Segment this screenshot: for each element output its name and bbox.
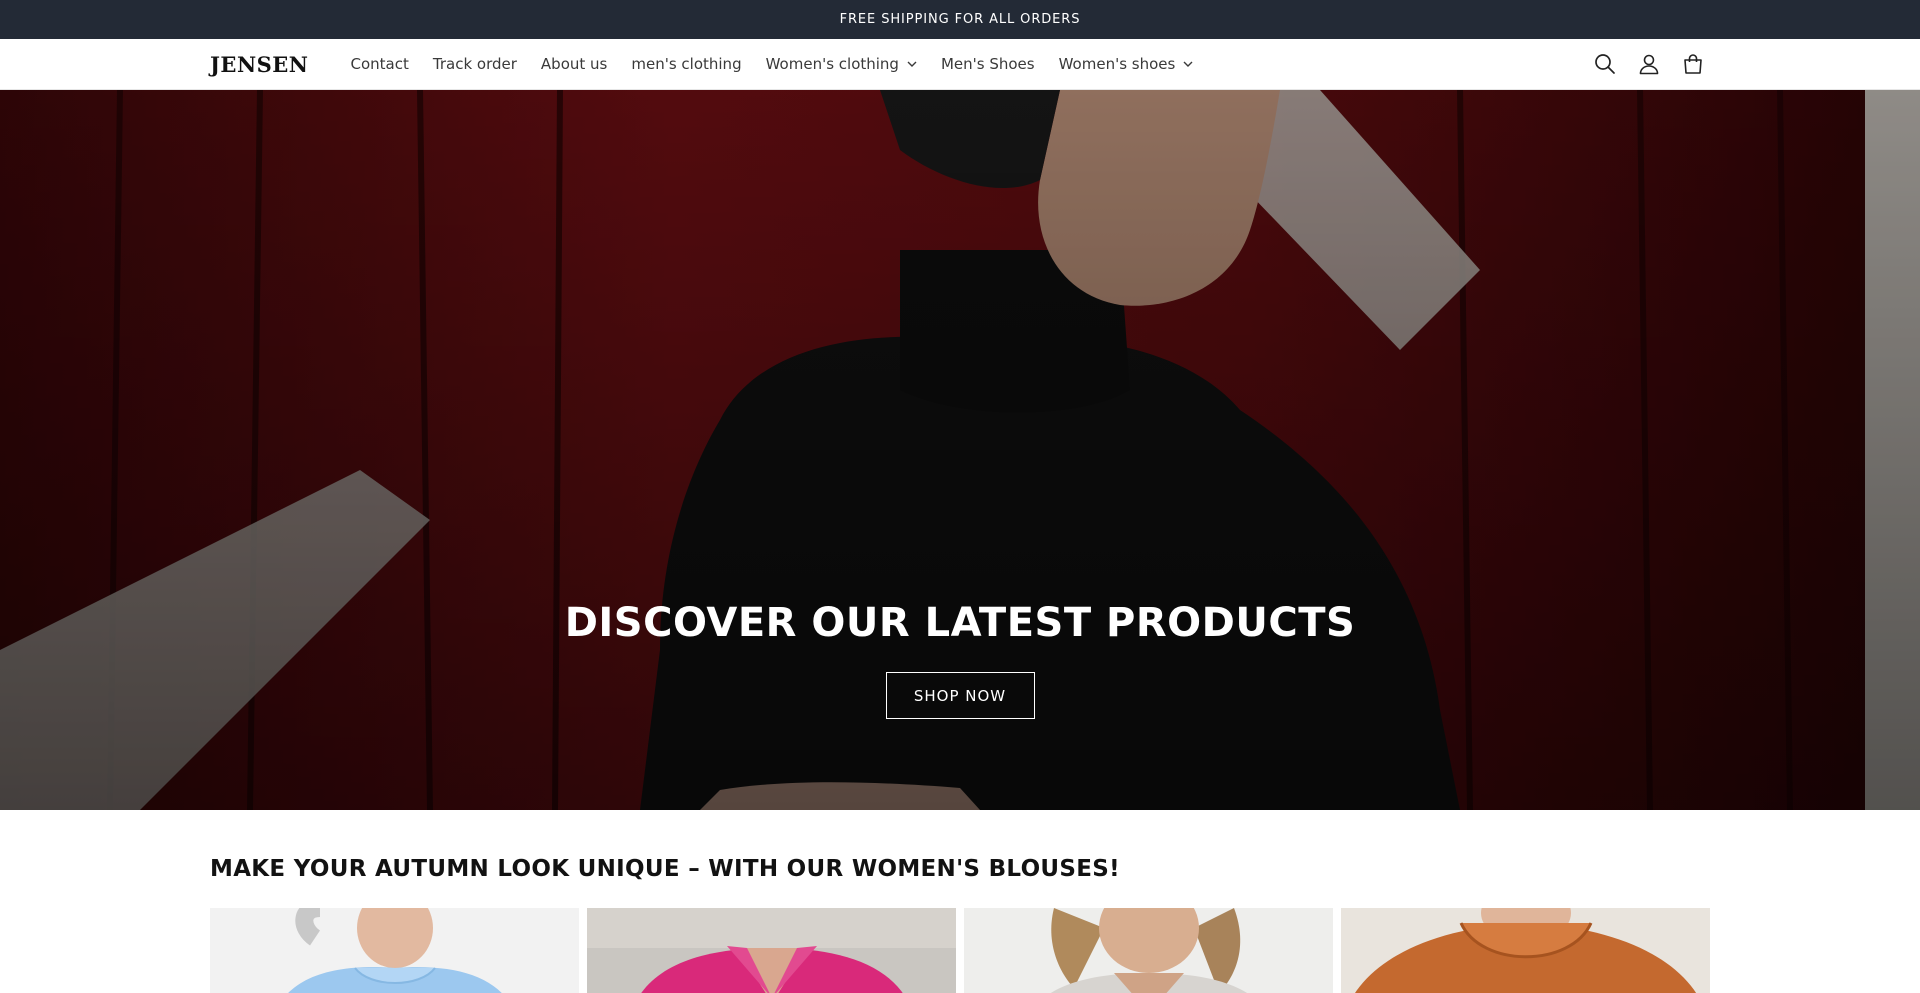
product-grid (210, 908, 1710, 993)
hero-banner: DISCOVER OUR LATEST PRODUCTS SHOP NOW (0, 90, 1920, 810)
nav-mens-clothing[interactable]: men's clothing (619, 39, 753, 89)
chevron-down-icon (1183, 61, 1193, 67)
nav-label: Track order (432, 55, 517, 73)
nav-label: Men's Shoes (940, 55, 1035, 73)
product-card-light-blue-blouse[interactable] (210, 908, 579, 993)
nav-label: About us (540, 55, 608, 73)
cart-icon[interactable] (1680, 51, 1706, 77)
nav-label: Women's clothing (765, 55, 899, 73)
shop-now-button[interactable]: SHOP NOW (885, 672, 1035, 719)
announcement-text: FREE SHIPPING FOR ALL ORDERS (839, 12, 1081, 27)
nav-label: men's clothing (631, 55, 742, 73)
product-card-pink-blouse[interactable] (587, 908, 956, 993)
product-card-rust-blouse[interactable] (1341, 908, 1710, 993)
nav-contact[interactable]: Contact (339, 39, 421, 89)
featured-collection: MAKE YOUR AUTUMN LOOK UNIQUE – WITH OUR … (0, 856, 1920, 993)
announcement-bar: FREE SHIPPING FOR ALL ORDERS (0, 0, 1920, 39)
nav-womens-shoes[interactable]: Women's shoes (1047, 39, 1206, 89)
product-image (587, 908, 956, 993)
collection-title: MAKE YOUR AUTUMN LOOK UNIQUE – WITH OUR … (210, 856, 1120, 882)
nav-about-us[interactable]: About us (529, 39, 619, 89)
product-image (1341, 908, 1710, 993)
nav-mens-shoes[interactable]: Men's Shoes (929, 39, 1047, 89)
product-image (964, 908, 1333, 993)
nav-label: Contact (350, 55, 409, 73)
search-icon[interactable] (1592, 51, 1618, 77)
site-header: JENSEN Contact Track order About us men'… (0, 39, 1920, 90)
header-icons (1592, 51, 1706, 77)
nav-track-order[interactable]: Track order (421, 39, 529, 89)
nav-label: Women's shoes (1058, 55, 1176, 73)
main-nav: Contact Track order About us men's cloth… (339, 39, 1206, 89)
account-icon[interactable] (1636, 51, 1662, 77)
product-image (210, 908, 579, 993)
hero-title: DISCOVER OUR LATEST PRODUCTS (564, 600, 1356, 646)
store-logo[interactable]: JENSEN (210, 52, 309, 77)
chevron-down-icon (907, 61, 917, 67)
nav-womens-clothing[interactable]: Women's clothing (754, 39, 929, 89)
product-card-grey-blouse[interactable] (964, 908, 1333, 993)
hero-content: DISCOVER OUR LATEST PRODUCTS SHOP NOW (0, 600, 1920, 719)
